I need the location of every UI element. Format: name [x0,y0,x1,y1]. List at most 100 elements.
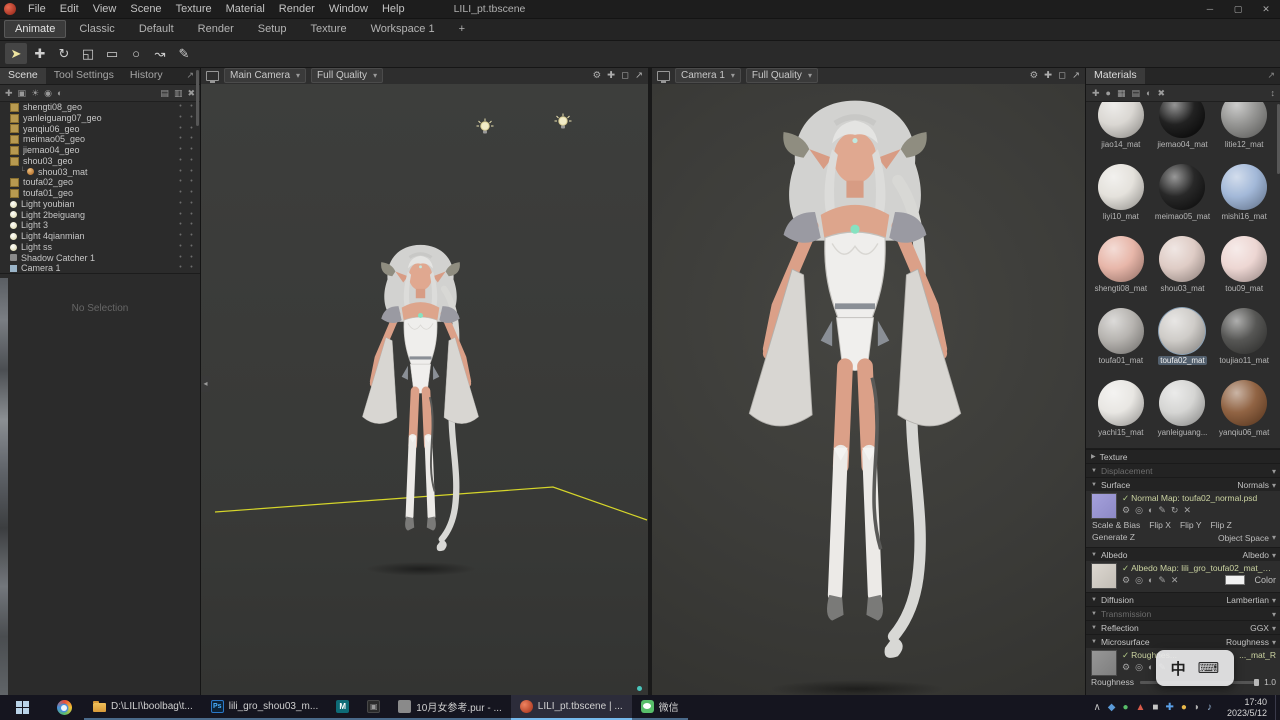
lasso-select-icon[interactable]: ↝ [149,43,171,64]
delete-material-icon[interactable] [1157,88,1165,99]
reload-icon[interactable] [1171,504,1179,516]
channel-icon[interactable] [1148,661,1153,673]
scene-tree-row[interactable]: Light 2beiguang [0,210,200,221]
translate-tool-icon[interactable]: ✚ [29,43,51,64]
external-link-icon[interactable] [635,70,643,81]
roughness-map-thumbnail[interactable] [1091,650,1117,676]
close-button[interactable] [1252,0,1280,18]
reflection-model-select[interactable]: GGX [1250,623,1276,633]
lock-icon[interactable] [175,124,186,135]
scene-tree-row[interactable]: yanqiu06_geo [0,124,200,135]
space-select[interactable]: Object Space [1218,531,1276,544]
scene-tree-row[interactable]: toufa01_geo [0,188,200,199]
minimize-button[interactable] [1196,0,1224,18]
quality-select[interactable]: Full Quality [311,68,384,83]
backdrop-icon[interactable] [57,88,62,98]
gear-icon[interactable] [1122,504,1130,516]
select-arrow-icon[interactable]: ➤ [5,43,27,64]
section-microsurface[interactable]: Microsurface Roughness [1086,634,1280,648]
workspace-tab[interactable]: Texture [300,20,358,38]
pen-select-icon[interactable]: ✎ [173,43,195,64]
menu-item[interactable]: Render [272,0,322,18]
scale-tool-icon[interactable]: ◱ [77,43,99,64]
tray-icon[interactable]: ■ [1152,695,1158,720]
material-item[interactable]: yachi15_mat [1090,376,1152,448]
tray-icon[interactable]: ● [1181,695,1187,720]
gear-icon[interactable] [1030,70,1039,81]
tray-icon[interactable]: ♪ [1207,695,1212,720]
panel-tab[interactable]: History [122,67,171,84]
material-item[interactable]: litie12_mat [1213,102,1275,160]
checkmark-icon[interactable]: ✓ [1122,493,1129,503]
camera-icon[interactable] [44,88,52,99]
workspace-tab[interactable]: Render [187,20,245,38]
visibility-icon[interactable] [186,145,197,156]
tray-expand-icon[interactable]: ∧ [1093,695,1100,720]
magnify-icon[interactable] [1135,574,1143,586]
lock-icon[interactable] [175,134,186,145]
gear-icon[interactable] [1122,661,1130,673]
material-sphere-icon[interactable] [1106,88,1111,98]
light-icon[interactable] [31,88,39,99]
material-item[interactable]: toufa02_mat [1152,304,1214,376]
menu-item[interactable]: Material [219,0,272,18]
workspace-tab[interactable]: + [448,20,476,38]
clear-map-icon[interactable] [1183,504,1191,516]
albedo-map-name[interactable]: ✓ Albedo Map: lili_gro_toufa02_mat_Base..… [1122,563,1276,574]
preview-mode-icon[interactable] [1146,88,1151,98]
visibility-icon[interactable] [186,231,197,242]
menu-item[interactable]: Help [375,0,412,18]
taskbar-photoshop[interactable]: Ps lili_gro_shou03_m... [201,695,328,720]
diffusion-model-select[interactable]: Lambertian [1226,595,1276,605]
taskbar-marmoset[interactable]: LILI_pt.tbscene | ... [510,695,632,720]
section-displacement[interactable]: Displacement [1086,463,1280,477]
albedo-model-select[interactable]: Albedo [1243,550,1276,560]
lock-icon[interactable] [175,177,186,188]
scene-tree-row[interactable]: jiemao04_geo [0,145,200,156]
generate-z-option[interactable]: Generate Z [1092,531,1135,544]
ellipse-select-icon[interactable]: ○ [125,43,147,64]
rect-select-icon[interactable]: ▭ [101,43,123,64]
tray-icon[interactable]: ● [1122,695,1128,720]
viewport-canvas[interactable] [652,84,1085,695]
scene-tree-row[interactable]: Light 4qianmian [0,231,200,242]
lock-icon[interactable] [175,231,186,242]
taskbar-app[interactable] [358,695,390,720]
menu-item[interactable]: Edit [53,0,86,18]
scene-tree-scrollbar[interactable] [196,70,199,126]
scene-tree-row[interactable]: shou03_mat [0,167,200,178]
lock-icon[interactable] [175,102,186,113]
flip-option[interactable]: Flip Z [1211,519,1232,531]
panel-tab[interactable]: Scene [0,67,46,84]
visibility-icon[interactable] [186,253,197,264]
maximize-viewport-icon[interactable] [1058,70,1066,81]
material-item[interactable]: mishi16_mat [1213,160,1275,232]
section-texture[interactable]: Texture [1086,449,1280,463]
scene-tree-row[interactable]: shengti08_geo [0,102,200,113]
section-albedo[interactable]: Albedo Albedo [1086,547,1280,561]
gear-icon[interactable] [1122,574,1130,586]
workspace-tab[interactable]: Workspace 1 [360,20,446,38]
checkmark-icon[interactable]: ✓ [1122,563,1129,573]
gear-icon[interactable] [593,70,602,81]
material-item[interactable]: toujiao11_mat [1213,304,1275,376]
external-link-icon[interactable] [1072,70,1080,81]
flip-option[interactable]: Flip X [1149,519,1171,531]
light-gizmo-icon[interactable] [554,113,572,131]
material-item[interactable]: tou09_mat [1213,232,1275,304]
visibility-icon[interactable] [186,177,197,188]
ime-mode-chinese[interactable]: 中 [1171,658,1186,679]
lock-icon[interactable] [175,199,186,210]
panel-collapse-handle[interactable] [201,376,210,392]
channel-icon[interactable] [1148,504,1153,516]
scene-tree-row[interactable]: meimao05_geo [0,134,200,145]
checker-icon[interactable] [1117,88,1126,99]
lock-icon[interactable] [175,253,186,264]
workspace-tab[interactable]: Setup [247,20,298,38]
mesh-icon[interactable] [18,88,27,99]
tray-icon[interactable]: ✚ [1165,695,1173,720]
material-item[interactable]: jiemao04_mat [1152,102,1214,160]
clear-map-icon[interactable] [1171,574,1179,586]
pan-icon[interactable] [607,70,615,81]
visibility-icon[interactable] [186,188,197,199]
